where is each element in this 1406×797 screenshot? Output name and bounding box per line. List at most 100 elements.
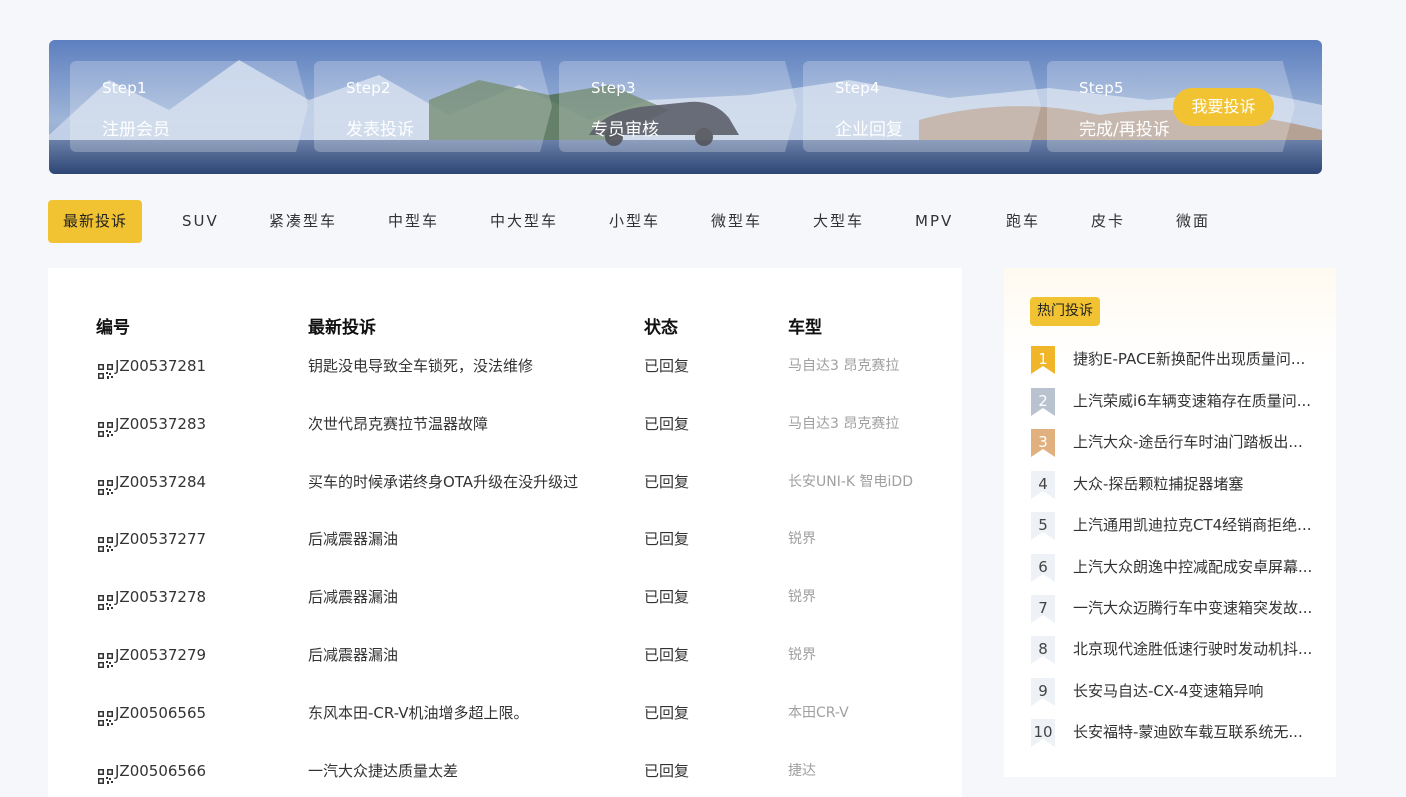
table-row[interactable]: JZ00506566 一汽大众捷达质量太差 已回复 捷达 — [0, 756, 1000, 786]
tab-mini[interactable]: 微型车 — [711, 200, 762, 243]
submit-complaint-button[interactable]: 我要投诉 — [1173, 88, 1274, 126]
step-4: Step4 企业回复 — [803, 61, 1041, 152]
hot-complaints-title: 热门投诉 — [1030, 297, 1100, 326]
complaint-title[interactable]: 次世代昂克赛拉节温器故障 — [308, 409, 488, 439]
car-model: 马自达3 昂克赛拉 — [788, 358, 900, 374]
rank-ribbon-icon: 6 — [1030, 554, 1056, 582]
complaint-status: 已回复 — [644, 357, 690, 375]
column-header-title: 最新投诉 — [308, 318, 376, 338]
qr-code-icon — [98, 475, 113, 495]
complaint-title[interactable]: 买车的时候承诺终身OTA升级在没升级过 — [308, 467, 578, 497]
table-row[interactable]: JZ00537278 后减震器漏油 已回复 锐界 — [0, 582, 1000, 612]
complaint-id-text: JZ00506565 — [115, 704, 207, 722]
complaint-title[interactable]: 钥匙没电导致全车锁死，没法维修 — [308, 351, 533, 381]
tab-minivan[interactable]: 微面 — [1176, 200, 1210, 243]
tab-latest[interactable]: 最新投诉 — [48, 200, 143, 243]
qr-code-icon — [98, 764, 113, 784]
table-row[interactable]: JZ00506565 东风本田-CR-V机油增多超上限。 已回复 本田CR-V — [0, 698, 1000, 728]
tab-mid-large[interactable]: 中大型车 — [490, 200, 558, 243]
rank-ribbon-icon: 8 — [1030, 636, 1056, 664]
rank-number: 6 — [1038, 558, 1048, 576]
table-row[interactable]: JZ00537279 后减震器漏油 已回复 锐界 — [0, 640, 1000, 670]
tab-small[interactable]: 小型车 — [609, 200, 660, 243]
complaint-title[interactable]: 后减震器漏油 — [308, 582, 398, 612]
complaint-status: 已回复 — [644, 762, 690, 780]
complaint-title[interactable]: 一汽大众捷达质量太差 — [308, 756, 458, 786]
hot-list-item[interactable]: 4 大众-探岳颗粒捕捉器堵塞 — [1030, 471, 1330, 499]
step-1: Step1 注册会员 — [70, 61, 308, 152]
complaint-id-text: JZ00537283 — [115, 415, 207, 433]
table-row[interactable]: JZ00537283 次世代昂克赛拉节温器故障 已回复 马自达3 昂克赛拉 — [0, 409, 1000, 439]
process-banner: Step1 注册会员 Step2 发表投诉 Step3 专员审核 Step4 企… — [49, 40, 1322, 174]
rank-number: 5 — [1038, 516, 1048, 534]
hot-list-item[interactable]: 5 上汽通用凯迪拉克CT4经销商拒绝... — [1030, 512, 1330, 540]
hot-list-item[interactable]: 2 上汽荣威i6车辆变速箱存在质量问... — [1030, 388, 1330, 416]
table-row[interactable]: JZ00537281 钥匙没电导致全车锁死，没法维修 已回复 马自达3 昂克赛拉 — [0, 351, 1000, 381]
hot-complaint-title[interactable]: 上汽荣威i6车辆变速箱存在质量问... — [1073, 388, 1313, 414]
rank-ribbon-icon: 2 — [1030, 388, 1056, 416]
hot-complaint-title[interactable]: 长安福特-蒙迪欧车载互联系统无... — [1073, 719, 1313, 745]
complaint-id-text: JZ00537278 — [115, 588, 207, 606]
step-number: Step4 — [835, 79, 880, 97]
complaint-status: 已回复 — [644, 704, 690, 722]
qr-code-icon — [98, 706, 113, 726]
table-row[interactable]: JZ00537284 买车的时候承诺终身OTA升级在没升级过 已回复 长安UNI-K … — [0, 467, 1000, 497]
qr-code-icon — [98, 590, 113, 610]
hot-list-item[interactable]: 10 长安福特-蒙迪欧车载互联系统无... — [1030, 719, 1330, 747]
column-header-id: 编号 — [96, 318, 130, 338]
tab-sports[interactable]: 跑车 — [1006, 200, 1040, 243]
complaint-title[interactable]: 后减震器漏油 — [308, 524, 398, 554]
complaint-id-text: JZ00537284 — [115, 473, 207, 491]
tab-compact[interactable]: 紧凑型车 — [269, 200, 337, 243]
car-model: 捷达 — [788, 763, 816, 779]
hot-list-item[interactable]: 3 上汽大众-途岳行车时油门踏板出... — [1030, 429, 1330, 457]
car-model: 本田CR-V — [788, 705, 849, 721]
complaint-id-text: JZ00537281 — [115, 357, 207, 375]
car-model: 锐界 — [788, 589, 816, 605]
hot-complaint-title[interactable]: 大众-探岳颗粒捕捉器堵塞 — [1073, 471, 1313, 497]
hot-complaint-title[interactable]: 上汽大众朗逸中控减配成安卓屏幕... — [1073, 554, 1313, 580]
complaint-id-text: JZ00506566 — [115, 762, 207, 780]
hot-complaint-title[interactable]: 上汽大众-途岳行车时油门踏板出... — [1073, 429, 1313, 455]
rank-ribbon-icon: 9 — [1030, 678, 1056, 706]
step-label: 完成/再投诉 — [1079, 120, 1170, 140]
tab-midsize[interactable]: 中型车 — [388, 200, 439, 243]
rank-number: 7 — [1038, 599, 1048, 617]
rank-ribbon-icon: 1 — [1030, 346, 1056, 374]
complaint-id-text: JZ00537277 — [115, 530, 207, 548]
tab-suv[interactable]: SUV — [182, 200, 219, 243]
hot-list-item[interactable]: 6 上汽大众朗逸中控减配成安卓屏幕... — [1030, 554, 1330, 582]
complaint-id: JZ00537279 — [98, 640, 206, 670]
hot-complaint-title[interactable]: 上汽通用凯迪拉克CT4经销商拒绝... — [1073, 512, 1313, 538]
car-model: 长安UNI-K 智电iDD — [788, 474, 913, 490]
step-number: Step3 — [591, 79, 636, 97]
hot-complaint-title[interactable]: 一汽大众迈腾行车中变速箱突发故... — [1073, 595, 1313, 621]
complaint-id-text: JZ00537279 — [115, 646, 207, 664]
step-3: Step3 专员审核 — [559, 61, 797, 152]
hot-complaint-title[interactable]: 长安马自达-CX-4变速箱异响 — [1073, 678, 1313, 704]
rank-ribbon-icon: 3 — [1030, 429, 1056, 457]
rank-ribbon-icon: 10 — [1030, 719, 1056, 747]
tab-mpv[interactable]: MPV — [915, 200, 953, 243]
complaint-title[interactable]: 东风本田-CR-V机油增多超上限。 — [308, 698, 529, 728]
rank-number: 1 — [1038, 350, 1048, 368]
hot-list-item[interactable]: 8 北京现代途胜低速行驶时发动机抖... — [1030, 636, 1330, 664]
tab-pickup[interactable]: 皮卡 — [1091, 200, 1125, 243]
hot-complaint-title[interactable]: 北京现代途胜低速行驶时发动机抖... — [1073, 636, 1313, 662]
rank-number: 4 — [1038, 475, 1048, 493]
hot-complaint-title[interactable]: 捷豹E-PACE新换配件出现质量问... — [1073, 346, 1313, 372]
rank-ribbon-icon: 4 — [1030, 471, 1056, 499]
hot-list-item[interactable]: 9 长安马自达-CX-4变速箱异响 — [1030, 678, 1330, 706]
complaint-title[interactable]: 后减震器漏油 — [308, 640, 398, 670]
complaint-id: JZ00506565 — [98, 698, 206, 728]
qr-code-icon — [98, 532, 113, 552]
column-header-status: 状态 — [644, 318, 678, 338]
qr-code-icon — [98, 359, 113, 379]
step-label: 发表投诉 — [346, 120, 414, 140]
step-label: 注册会员 — [102, 120, 170, 140]
table-row[interactable]: JZ00537277 后减震器漏油 已回复 锐界 — [0, 524, 1000, 554]
tab-large[interactable]: 大型车 — [813, 200, 864, 243]
step-label: 企业回复 — [835, 120, 903, 140]
hot-list-item[interactable]: 1 捷豹E-PACE新换配件出现质量问... — [1030, 346, 1330, 374]
hot-list-item[interactable]: 7 一汽大众迈腾行车中变速箱突发故... — [1030, 595, 1330, 623]
